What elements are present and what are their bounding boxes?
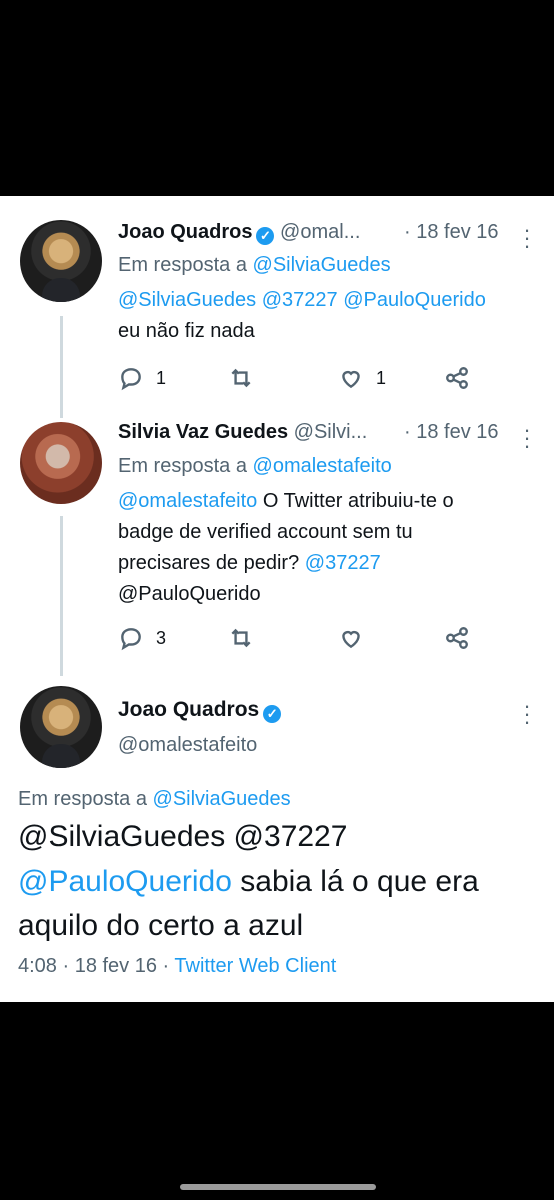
reply-icon: [121, 368, 141, 391]
main-mentions[interactable]: @SilviaGuedes @37227: [18, 815, 347, 859]
thread-line: [60, 316, 63, 418]
tweet-date[interactable]: · 18 fev 16: [404, 221, 499, 244]
reply-button[interactable]: 1: [118, 360, 166, 396]
mention-link[interactable]: @omalestafeito: [118, 490, 257, 512]
main-display-name[interactable]: Joao Quadros ✓: [118, 698, 282, 723]
verified-icon: ✓: [263, 705, 282, 723]
like-button[interactable]: [338, 620, 364, 656]
reply-mention-link[interactable]: @SilviaGuedes: [253, 254, 391, 276]
mention-link[interactable]: @PauloQuerido: [343, 289, 486, 311]
mention-link[interactable]: @37227: [262, 289, 338, 311]
reply-mention-link[interactable]: @SilviaGuedes: [153, 788, 291, 810]
main-handle[interactable]: @omalestafeito: [118, 734, 257, 757]
avatar[interactable]: [20, 220, 102, 302]
handle[interactable]: @Silvi...: [294, 421, 368, 443]
avatar[interactable]: [20, 686, 102, 768]
mention-link[interactable]: @PauloQuerido: [18, 865, 232, 898]
share-icon: [446, 367, 468, 389]
reply-count: 3: [156, 627, 167, 648]
retweet-icon: [231, 628, 251, 648]
mention-link[interactable]: @PauloQuerido: [118, 579, 536, 610]
retweet-button[interactable]: [228, 620, 254, 656]
share-button[interactable]: [444, 360, 470, 396]
handle[interactable]: @omal...: [280, 221, 360, 243]
tweet-text-line: badge de verified account sem tu: [118, 521, 413, 543]
display-name[interactable]: Joao Quadros: [118, 221, 252, 243]
like-icon: [342, 630, 360, 649]
retweet-button[interactable]: [228, 360, 254, 396]
main-reply-context: Em resposta a @SilviaGuedes: [18, 788, 291, 810]
timestamp[interactable]: 4:08 · 18 fev 16 ·: [18, 955, 174, 977]
reply-button[interactable]: 3: [118, 620, 166, 656]
tweet-header: Joao Quadros ✓ @omal... · 18 fev 16: [118, 221, 534, 251]
reply-context: Em resposta a @SilviaGuedes: [118, 254, 391, 276]
tweet-meta: 4:08 · 18 fev 16 · Twitter Web Client: [18, 955, 336, 978]
display-name[interactable]: Silvia Vaz Guedes: [118, 421, 288, 443]
client-link[interactable]: Twitter Web Client: [174, 955, 336, 977]
like-count: 1: [376, 367, 387, 388]
avatar[interactable]: [20, 422, 102, 504]
tweet-header: Silvia Vaz Guedes @Silvi... · 18 fev 16: [118, 421, 534, 451]
home-indicator[interactable]: [180, 1184, 376, 1190]
more-icon[interactable]: · · ·: [522, 695, 532, 733]
share-icon: [446, 627, 468, 649]
more-icon[interactable]: · · ·: [522, 419, 532, 457]
retweet-icon: [231, 368, 251, 388]
reply-icon: [121, 628, 141, 651]
tweet-text-line: eu não fiz nada: [118, 320, 255, 342]
verified-icon: ✓: [256, 227, 275, 245]
reply-mention-link[interactable]: @omalestafeito: [253, 455, 392, 477]
tweet-date[interactable]: · 18 fev 16: [404, 421, 499, 444]
main-tweet-text-line: @PauloQuerido sabia lá o que era: [18, 865, 479, 898]
tweet-actions: 3: [118, 620, 488, 656]
tweet-text-line: @SilviaGuedes @37227 @PauloQuerido: [118, 285, 536, 316]
like-button[interactable]: 1: [338, 360, 386, 396]
reply-context: Em resposta a @omalestafeito: [118, 455, 392, 477]
tweet-actions: 1 1: [118, 360, 488, 396]
like-icon: [342, 370, 360, 389]
tweet-text-line: @omalestafeito O Twitter atribuiu-te o: [118, 490, 454, 512]
main-tweet-text-line: aquilo do certo a azul: [18, 909, 304, 942]
mention-link[interactable]: @37227: [305, 552, 381, 574]
mention-link[interactable]: @SilviaGuedes: [118, 289, 256, 311]
thread-line: [60, 516, 63, 676]
tweet-text-line: precisares de pedir? @37227: [118, 552, 381, 574]
reply-count: 1: [156, 367, 167, 388]
share-button[interactable]: [444, 620, 470, 656]
